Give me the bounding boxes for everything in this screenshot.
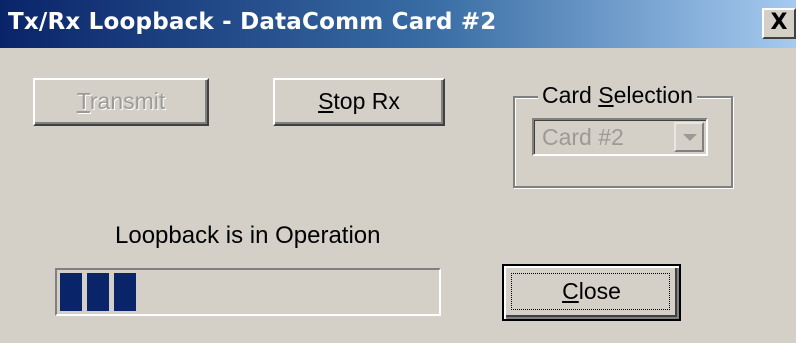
stop-rx-mnemonic: S bbox=[318, 88, 334, 114]
transmit-mnemonic: T bbox=[76, 88, 90, 114]
transmit-label: ransmit bbox=[89, 88, 166, 114]
progress-block bbox=[87, 273, 109, 311]
chevron-down-icon bbox=[683, 134, 697, 141]
card-selection-dropdown-button[interactable] bbox=[674, 122, 704, 152]
title-close-button[interactable]: X bbox=[762, 8, 796, 39]
close-mnemonic: C bbox=[562, 278, 579, 304]
card-selection-value: Card #2 bbox=[542, 124, 624, 150]
dialog-bottom-edge bbox=[0, 334, 796, 343]
transmit-button[interactable]: Transmit bbox=[33, 78, 209, 126]
progress-block bbox=[60, 273, 82, 311]
progress-block bbox=[114, 273, 136, 311]
progress-fill bbox=[60, 273, 143, 311]
loopback-progress-bar bbox=[55, 268, 441, 316]
stop-rx-label: top Rx bbox=[333, 88, 400, 114]
progress-track bbox=[60, 273, 436, 311]
title-bar[interactable]: Tx/Rx Loopback - DataComm Card #2 X bbox=[0, 0, 796, 48]
window-title: Tx/Rx Loopback - DataComm Card #2 bbox=[8, 9, 497, 35]
stop-rx-button[interactable]: Stop Rx bbox=[273, 78, 445, 126]
close-icon: X bbox=[770, 10, 788, 35]
close-button[interactable]: Close bbox=[502, 264, 681, 321]
close-label: lose bbox=[578, 278, 621, 304]
loopback-dialog: Tx/Rx Loopback - DataComm Card #2 X Tran… bbox=[0, 0, 796, 343]
card-selection-label: Card Selection bbox=[538, 82, 697, 109]
status-text: Loopback is in Operation bbox=[115, 222, 381, 249]
card-selection-combobox[interactable]: Card #2 bbox=[532, 118, 708, 156]
